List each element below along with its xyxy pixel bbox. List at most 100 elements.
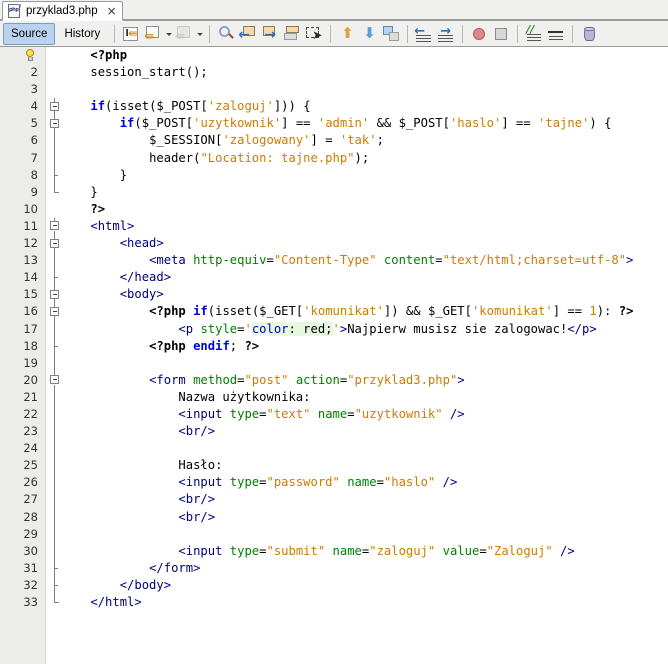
- next-bookmark-icon[interactable]: ⬇: [359, 24, 379, 44]
- code-line-text: session_start();: [90, 65, 208, 80]
- code-line[interactable]: 9 }: [0, 183, 668, 201]
- code-line[interactable]: 23 <br/>: [0, 423, 668, 441]
- fold-guide-line: [47, 474, 61, 492]
- code-line[interactable]: 22 <input type="text" name="uzytkownik" …: [0, 405, 668, 424]
- fold-guide-line: [47, 337, 61, 355]
- fold-guide-line: [47, 132, 61, 150]
- fold-guide-line: [47, 491, 61, 509]
- toolbar-separator: [572, 24, 574, 43]
- editor-tab-przyklad3-php[interactable]: php przyklad3.php ×: [2, 1, 123, 21]
- code-line[interactable]: 14 </head>: [0, 269, 668, 287]
- fold-toggle-icon[interactable]: [47, 217, 61, 236]
- uncomment-icon[interactable]: [546, 24, 566, 44]
- toggle-highlight-icon[interactable]: [282, 24, 302, 44]
- code-line[interactable]: 2 session_start();: [0, 64, 668, 81]
- back-edit-dropdown-icon[interactable]: [164, 24, 173, 44]
- toggle-bookmark-icon[interactable]: [381, 24, 401, 44]
- fold-guide-line: [47, 542, 61, 560]
- code-line[interactable]: 7 header("Location: tajne.php");: [0, 149, 668, 167]
- code-line[interactable]: 11 <html>: [0, 217, 668, 236]
- fold-guide-line: [47, 320, 61, 338]
- find-next-icon[interactable]: →: [260, 24, 280, 44]
- line-number: 5: [30, 116, 38, 131]
- fold-toggle-icon[interactable]: [47, 98, 61, 116]
- comment-icon[interactable]: //: [524, 24, 544, 44]
- code-line[interactable]: 24: [0, 440, 668, 458]
- code-line[interactable]: 25 Hasło:: [0, 457, 668, 475]
- stop-macro-recording-icon[interactable]: [491, 24, 511, 44]
- line-number: 4: [30, 99, 38, 114]
- fold-guide-line: [47, 594, 61, 611]
- code-line[interactable]: 32 </body>: [0, 576, 668, 594]
- code-line[interactable]: 4 if(isset($_POST['zaloguj'])) {: [0, 98, 668, 116]
- code-line[interactable]: 20 <form method="post" action="przyklad3…: [0, 371, 668, 389]
- shift-line-left-icon[interactable]: ←: [414, 24, 434, 44]
- toolbar-separator: [209, 24, 211, 43]
- code-line-text: </head>: [119, 270, 172, 285]
- toolbar-separator: [407, 24, 409, 43]
- code-line[interactable]: 27 <br/>: [0, 491, 668, 509]
- code-line[interactable]: 8 }: [0, 166, 668, 184]
- code-line[interactable]: 12 <head>: [0, 235, 668, 253]
- code-line[interactable]: 5 if($_POST['uzytkownik'] == 'admin' && …: [0, 115, 668, 133]
- back-edit-icon[interactable]: ⇚: [143, 24, 163, 44]
- tab-history[interactable]: History: [55, 23, 109, 45]
- code-line[interactable]: 31 </form>: [0, 559, 668, 577]
- fold-toggle-icon[interactable]: [47, 115, 61, 133]
- line-number: 22: [23, 406, 38, 421]
- close-icon[interactable]: ×: [107, 5, 117, 17]
- code-line-text: Nazwa użytkownika:: [61, 389, 311, 404]
- lightbulb-hint-icon[interactable]: [24, 49, 36, 62]
- code-line[interactable]: <?php: [0, 47, 668, 64]
- last-edit-icon[interactable]: I ⇚: [121, 24, 141, 44]
- fold-guide-line: [47, 576, 61, 594]
- line-number: 29: [23, 526, 38, 541]
- code-line[interactable]: 10 ?>: [0, 201, 668, 218]
- line-number: 20: [23, 372, 38, 387]
- find-previous-icon[interactable]: ←: [238, 24, 258, 44]
- toggle-rectangular-selection-icon[interactable]: ➤: [304, 24, 324, 44]
- fold-toggle-icon[interactable]: [47, 371, 61, 389]
- code-line[interactable]: 17 <p style='color: red;'>Najpierw musis…: [0, 320, 668, 338]
- code-line[interactable]: 13 <meta http-equiv="Content-Type" conte…: [0, 252, 668, 270]
- code-line[interactable]: 28 <br/>: [0, 508, 668, 526]
- code-line-text: Hasło:: [61, 458, 223, 473]
- line-number: 31: [23, 560, 38, 575]
- forward-edit-icon[interactable]: ⇚: [174, 24, 194, 44]
- code-line-text: header("Location: tajne.php");: [149, 150, 370, 165]
- code-line[interactable]: 19: [0, 354, 668, 372]
- line-number: 33: [23, 595, 38, 609]
- start-macro-recording-icon[interactable]: [469, 24, 489, 44]
- database-icon[interactable]: [579, 24, 599, 44]
- fold-toggle-icon[interactable]: [47, 235, 61, 253]
- tab-source[interactable]: Source: [3, 22, 56, 45]
- fold-toggle-icon[interactable]: [47, 303, 61, 321]
- code-line-text: <input type="text" name="uzytkownik" />: [178, 406, 465, 421]
- line-number: 24: [23, 441, 38, 456]
- code-line[interactable]: 15 <body>: [0, 286, 668, 304]
- code-line-text: <meta http-equiv="Content-Type" content=…: [149, 253, 634, 268]
- code-line[interactable]: 18 <?php endif; ?>: [0, 337, 668, 355]
- code-line[interactable]: 16 <?php if(isset($_GET['komunikat']) &&…: [0, 303, 668, 321]
- forward-edit-dropdown-icon[interactable]: [195, 24, 204, 44]
- code-editor[interactable]: <?php 2 session_start(); 3 4 if(isset($_POS…: [0, 47, 668, 664]
- code-line[interactable]: 29: [0, 525, 668, 543]
- fold-guide-line: [47, 423, 61, 441]
- toolbar-separator: [114, 24, 116, 43]
- fold-guide-line: [47, 405, 61, 424]
- previous-bookmark-icon[interactable]: ⬆: [337, 24, 357, 44]
- find-selection-icon[interactable]: [216, 24, 236, 44]
- code-line[interactable]: 33 </html>: [0, 594, 668, 611]
- fold-toggle-icon[interactable]: [47, 286, 61, 304]
- code-line-text: <br/>: [178, 424, 216, 439]
- fold-guide-line: [47, 252, 61, 270]
- code-text-area[interactable]: <?php 2 session_start(); 3 4 if(isset($_POS…: [0, 47, 668, 664]
- code-line[interactable]: 26 <input type="password" name="haslo" /…: [0, 474, 668, 492]
- code-line-text: <body>: [119, 287, 164, 302]
- code-line[interactable]: 3: [0, 81, 668, 98]
- code-line[interactable]: 6 $_SESSION['zalogowany'] = 'tak';: [0, 132, 668, 150]
- code-line[interactable]: 21 Nazwa użytkownika:: [0, 388, 668, 406]
- line-number: 6: [30, 133, 38, 148]
- code-line[interactable]: 30 <input type="submit" name="zaloguj" v…: [0, 542, 668, 560]
- shift-line-right-icon[interactable]: →: [436, 24, 456, 44]
